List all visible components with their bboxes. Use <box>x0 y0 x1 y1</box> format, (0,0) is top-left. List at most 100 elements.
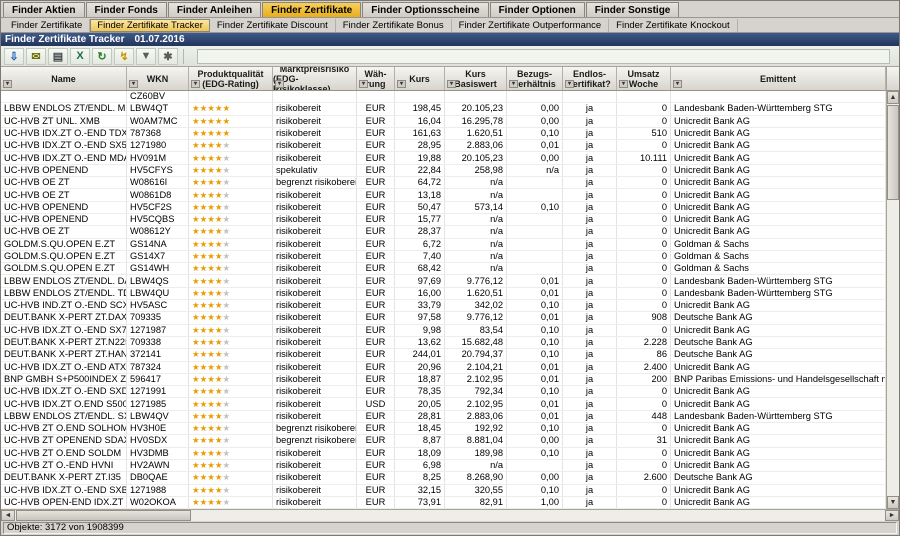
scroll-down-button[interactable]: ▼ <box>887 496 899 509</box>
column-header-name[interactable]: Name <box>1 67 127 90</box>
table-row[interactable]: GOLDM.S.QU.OPEN E.ZTGS14NA★★★★★risikober… <box>1 239 886 251</box>
tab-finder-zertifikate-bonus[interactable]: Finder Zertifikate Bonus <box>336 19 452 32</box>
table-row[interactable]: UC-HVB OPENENDHV5CQBS★★★★★risikobereitEU… <box>1 214 886 226</box>
table-row[interactable]: UC-HVB IDX.ZT O.-END SXBP1271988★★★★★ris… <box>1 485 886 497</box>
rating-star-icon: ★ <box>207 486 215 495</box>
sort-icon[interactable] <box>565 80 574 88</box>
table-row[interactable]: UC-HVB ZT UNL. XMBW0AM7MC★★★★★risikobere… <box>1 116 886 128</box>
scroll-right-button[interactable]: ► <box>885 510 899 521</box>
sort-icon[interactable] <box>129 80 138 88</box>
table-row[interactable]: UC-HVB IDX.ZT O.-END ATX787324★★★★★risik… <box>1 362 886 374</box>
cell-endless: ja <box>563 411 617 422</box>
horizontal-scroll-track[interactable] <box>15 510 885 521</box>
column-header-endless[interactable]: Endlos-zertifikat? <box>563 67 617 90</box>
table-row[interactable]: UC-HVB ZT OPENEND SDAXIHV0SDX★★★★★begren… <box>1 435 886 447</box>
sort-icon[interactable] <box>619 80 628 88</box>
tab-finder-zertifikate[interactable]: Finder Zertifikate <box>262 2 361 17</box>
tab-finder-zertifikate-knockout[interactable]: Finder Zertifikate Knockout <box>609 19 738 32</box>
column-header-ratio[interactable]: Bezugs-verhältnis <box>507 67 563 90</box>
table-row[interactable]: LBBW ENDLOS ZT/ENDL. SX5ELBW4QV★★★★★risi… <box>1 411 886 423</box>
table-row[interactable]: UC-HVB IDX.ZT O.-END MDAXHV091M★★★★★risi… <box>1 152 886 164</box>
cell-currency: EUR <box>357 226 395 237</box>
sort-icon[interactable] <box>275 80 284 88</box>
table-row[interactable]: UC-HVB IDX.ZT O.-END SX5E1271980★★★★★ris… <box>1 140 886 152</box>
mail-icon[interactable]: ✉ <box>26 48 46 65</box>
cell-endless: ja <box>563 152 617 163</box>
column-header-currency[interactable]: Wäh-rung <box>357 67 395 90</box>
rating-star-icon: ★ <box>200 264 208 273</box>
column-header-rating[interactable]: Produktqualität(EDG-Rating) <box>189 67 273 90</box>
settings-icon[interactable]: ✱ <box>158 48 178 65</box>
cell-volume: 0 <box>617 275 671 286</box>
tab-finder-zertifikate[interactable]: Finder Zertifikate <box>4 19 90 32</box>
cell-price: 8,25 <box>395 472 445 483</box>
tab-finder-anleihen[interactable]: Finder Anleihen <box>168 2 261 17</box>
cell-name: UC-HVB IND.ZT O.-END SCXT <box>1 300 127 311</box>
table-row[interactable]: UC-HVB IDX.ZT O.-END TDXP787368★★★★★risi… <box>1 128 886 140</box>
table-row[interactable]: BNP GMBH S+P500INDEX ZT.596417★★★★★risik… <box>1 374 886 386</box>
tab-finder-zertifikate-tracker[interactable]: Finder Zertifikate Tracker <box>90 19 210 32</box>
table-row[interactable]: UC-HVB OPEN-END IDX.ZTW02OKOA★★★★★risiko… <box>1 497 886 509</box>
table-row[interactable]: DEUT.BANK X-PERT ZT.I35DB0QAE★★★★★risiko… <box>1 472 886 484</box>
table-row[interactable]: UC-HVB IDX.ZT O.-END SX7E1271987★★★★★ris… <box>1 325 886 337</box>
sort-icon[interactable] <box>673 80 682 88</box>
vertical-scrollbar[interactable]: ▲ ▼ <box>886 67 899 509</box>
table-row[interactable]: UC-HVB OPENENDHV5CF2S★★★★★risikobereitEU… <box>1 202 886 214</box>
table-row[interactable]: CZ60BV <box>1 91 886 103</box>
tab-finder-zertifikate-discount[interactable]: Finder Zertifikate Discount <box>210 19 336 32</box>
scroll-left-button[interactable]: ◄ <box>1 510 15 521</box>
table-row[interactable]: UC-HVB ZT O.END SOLHOMEHV3H0E★★★★★begren… <box>1 423 886 435</box>
tab-finder-optionen[interactable]: Finder Optionen <box>490 2 585 17</box>
cell-rating: ★★★★★ <box>189 165 273 176</box>
column-header-base_price[interactable]: KursBasiswert <box>445 67 507 90</box>
table-row[interactable]: UC-HVB OE ZTW08612Y★★★★★risikobereitEUR2… <box>1 226 886 238</box>
sort-icon[interactable] <box>3 80 12 88</box>
rating-star-icon: ★ <box>215 191 223 200</box>
print-icon[interactable]: ▤ <box>48 48 68 65</box>
table-row[interactable]: UC-HVB OE ZTW08616I★★★★★begrenzt risikob… <box>1 177 886 189</box>
column-header-wkn[interactable]: WKN <box>127 67 189 90</box>
table-row[interactable]: GOLDM.S.QU.OPEN E.ZTGS14X7★★★★★risikober… <box>1 251 886 263</box>
column-header-risk[interactable]: Marktpreisrisiko(EDG-Risikoklasse) <box>273 67 357 90</box>
sort-icon[interactable] <box>397 80 406 88</box>
filter-icon[interactable]: ▼ <box>136 48 156 65</box>
table-row[interactable]: UC-HVB IDX.ZT O.END S5001271985★★★★★risi… <box>1 398 886 410</box>
scroll-up-button[interactable]: ▲ <box>887 91 899 104</box>
horizontal-scrollbar[interactable]: ◄ ► <box>1 509 899 521</box>
table-row[interactable]: UC-HVB OPENENDHV5CFYS★★★★★spekulativEUR2… <box>1 165 886 177</box>
excel-export-icon[interactable]: X <box>70 48 90 65</box>
sort-icon[interactable] <box>191 80 200 88</box>
vertical-scroll-thumb[interactable] <box>887 105 899 200</box>
tab-finder-sonstige[interactable]: Finder Sonstige <box>586 2 680 17</box>
table-row[interactable]: DEUT.BANK X-PERT ZT.N225709338★★★★★risik… <box>1 337 886 349</box>
refresh-icon[interactable]: ↻ <box>92 48 112 65</box>
tab-finder-aktien[interactable]: Finder Aktien <box>3 2 85 17</box>
column-header-volume[interactable]: UmsatzWoche <box>617 67 671 90</box>
table-row[interactable]: LBBW ENDLOS ZT/ENDL. MDAXLBW4QT★★★★★risi… <box>1 103 886 115</box>
vertical-scroll-track[interactable] <box>887 104 899 496</box>
horizontal-scroll-thumb[interactable] <box>16 510 191 521</box>
cell-risk: risikobereit <box>273 116 357 127</box>
cell-name: UC-HVB IDX.ZT O.-END SXDE <box>1 386 127 397</box>
sort-icon[interactable] <box>359 80 368 88</box>
column-header-price[interactable]: Kurs <box>395 67 445 90</box>
table-row[interactable]: DEUT.BANK X-PERT ZT.DAX709335★★★★★risiko… <box>1 312 886 324</box>
table-row[interactable]: UC-HVB OE ZTW0861D8★★★★★risikobereitEUR1… <box>1 189 886 201</box>
table-row[interactable]: DEUT.BANK X-PERT ZT.HANG372141★★★★★risik… <box>1 349 886 361</box>
table-row[interactable]: GOLDM.S.QU.OPEN E.ZTGS14WH★★★★★risikober… <box>1 263 886 275</box>
table-row[interactable]: UC-HVB IND.ZT O.-END SCXTHV5ASC★★★★★risi… <box>1 300 886 312</box>
tab-finder-zertifikate-outperformance[interactable]: Finder Zertifikate Outperformance <box>452 19 610 32</box>
export-icon[interactable]: ⇩ <box>4 48 24 65</box>
table-row[interactable]: LBBW ENDLOS ZT/ENDL. TDXPLBW4QU★★★★★risi… <box>1 288 886 300</box>
table-row[interactable]: LBBW ENDLOS ZT/ENDL. DAXLBW4QS★★★★★risik… <box>1 275 886 287</box>
sort-icon[interactable] <box>447 80 456 88</box>
table-row[interactable]: UC-HVB ZT O.END SOLDMHV3DMB★★★★★risikobe… <box>1 448 886 460</box>
lightning-icon[interactable]: ↯ <box>114 48 134 65</box>
table-row[interactable]: UC-HVB IDX.ZT O.-END SXDE1271991★★★★★ris… <box>1 386 886 398</box>
column-header-issuer[interactable]: Emittent <box>671 67 886 90</box>
tab-finder-optionsscheine[interactable]: Finder Optionsscheine <box>362 2 488 17</box>
rating-star-icon: ★ <box>215 326 223 335</box>
sort-icon[interactable] <box>509 80 518 88</box>
tab-finder-fonds[interactable]: Finder Fonds <box>86 2 167 17</box>
table-row[interactable]: UC-HVB ZT O.-END HVNIHV2AWN★★★★★risikobe… <box>1 460 886 472</box>
